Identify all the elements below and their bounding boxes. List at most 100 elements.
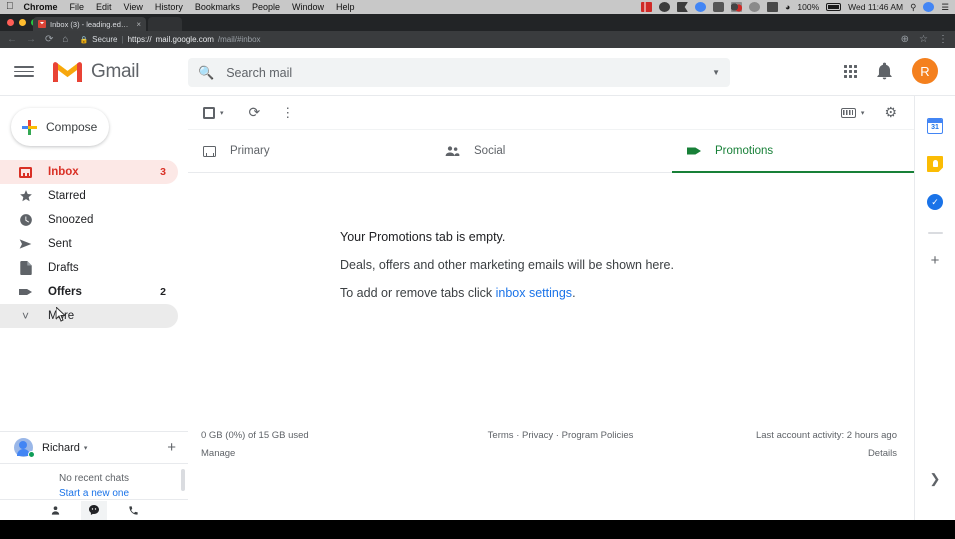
status-app-icon[interactable] bbox=[640, 2, 652, 12]
tab-label: Primary bbox=[230, 145, 270, 157]
refresh-icon[interactable]: ⟳ bbox=[249, 104, 261, 121]
sidebar-item-snoozed[interactable]: Snoozed bbox=[0, 208, 178, 232]
status-display-icon[interactable] bbox=[766, 2, 778, 12]
browser-menu-icon[interactable]: ⋮ bbox=[938, 34, 948, 45]
activity-details-link[interactable]: Details bbox=[868, 448, 897, 459]
sidebar-item-label: Starred bbox=[48, 190, 86, 202]
gmail-brand-label: Gmail bbox=[91, 60, 140, 82]
sidebar-item-offers[interactable]: Offers 2 bbox=[0, 280, 178, 304]
apple-menu-icon[interactable]:  bbox=[6, 2, 14, 12]
battery-icon[interactable] bbox=[826, 3, 842, 11]
address-bar[interactable]: 🔒 Secure | https:// mail.google.com /mai… bbox=[79, 35, 891, 44]
url-prefix: https:// bbox=[127, 35, 152, 44]
os-menu-bookmarks[interactable]: Bookmarks bbox=[195, 2, 240, 12]
back-icon[interactable]: ← bbox=[7, 34, 17, 45]
contacts-icon[interactable] bbox=[42, 501, 68, 520]
lock-icon: 🔒 bbox=[79, 36, 89, 44]
search-options-icon[interactable]: ▼ bbox=[712, 68, 720, 77]
os-clock[interactable]: Wed 11:46 AM bbox=[848, 2, 903, 12]
chat-icon[interactable] bbox=[81, 500, 107, 520]
status-box-icon[interactable] bbox=[712, 2, 724, 12]
browser-tab[interactable]: Inbox (3) - leading.edge.richar × bbox=[33, 17, 146, 31]
chevron-down-icon[interactable]: ▾ bbox=[84, 444, 88, 452]
footer-links: Terms · Privacy · Program Policies bbox=[431, 430, 689, 459]
sidebar-item-inbox[interactable]: Inbox 3 bbox=[0, 160, 178, 184]
sidebar-nav: Inbox 3 Starred Snoozed Sent Drafts Offe… bbox=[0, 160, 188, 328]
manage-storage-link[interactable]: Manage bbox=[201, 448, 431, 459]
bookmark-star-icon[interactable]: ☆ bbox=[919, 34, 928, 45]
status-flag-icon[interactable] bbox=[676, 2, 688, 12]
keep-icon[interactable] bbox=[927, 156, 943, 172]
select-options-icon[interactable]: ▾ bbox=[220, 109, 224, 117]
tasks-icon[interactable]: ✓ bbox=[927, 194, 943, 210]
start-new-chat-link[interactable]: Start a new one bbox=[0, 488, 188, 499]
chat-user-row[interactable]: Richard ▾ + bbox=[0, 432, 188, 463]
chat-scrollbar[interactable] bbox=[181, 469, 185, 491]
spotlight-icon[interactable]: ⚲ bbox=[910, 2, 916, 13]
phone-icon[interactable] bbox=[120, 501, 146, 520]
os-menu-people[interactable]: People bbox=[252, 2, 280, 12]
forward-icon[interactable]: → bbox=[26, 34, 36, 45]
search-bar[interactable]: 🔍 ▼ bbox=[188, 58, 730, 87]
os-menu-file[interactable]: File bbox=[70, 2, 85, 12]
mail-tabs: Primary Social Promotions bbox=[188, 130, 914, 173]
gmail-app: Gmail 🔍 ▼ R bbox=[0, 48, 955, 520]
hamburger-icon[interactable] bbox=[14, 62, 34, 82]
calendar-day-label: 31 bbox=[931, 124, 939, 131]
control-center-icon[interactable]: ☰ bbox=[941, 2, 949, 13]
home-icon[interactable]: ⌂ bbox=[62, 34, 68, 45]
more-options-icon[interactable]: ⋮ bbox=[281, 106, 294, 119]
search-input[interactable] bbox=[226, 65, 713, 80]
select-all-checkbox[interactable] bbox=[203, 106, 215, 119]
sidebar-item-starred[interactable]: Starred bbox=[0, 184, 178, 208]
privacy-link[interactable]: Privacy bbox=[522, 430, 553, 441]
input-tools-button[interactable]: ▾ bbox=[840, 107, 865, 118]
wifi-icon[interactable]: ◕ bbox=[785, 2, 790, 12]
gmail-logo[interactable]: Gmail bbox=[51, 58, 140, 84]
add-app-icon[interactable]: + bbox=[931, 252, 940, 269]
expand-panel-icon[interactable]: ❯ bbox=[930, 471, 941, 487]
tab-primary[interactable]: Primary bbox=[188, 130, 430, 172]
browser-toolbar: ← → ⟳ ⌂ 🔒 Secure | https:// mail.google.… bbox=[0, 31, 955, 48]
chevron-down-icon: ˅ bbox=[21, 309, 29, 323]
tab-social[interactable]: Social bbox=[430, 130, 672, 172]
plus-icon bbox=[22, 119, 37, 135]
sidebar-item-sent[interactable]: Sent bbox=[0, 232, 178, 256]
status-circle-icon[interactable] bbox=[658, 2, 670, 12]
minimize-window-button[interactable] bbox=[19, 19, 26, 26]
reload-icon[interactable]: ⟳ bbox=[45, 34, 53, 45]
status-play-icon[interactable] bbox=[748, 2, 760, 12]
calendar-icon[interactable]: 31 bbox=[927, 118, 943, 134]
close-icon[interactable]: × bbox=[136, 20, 141, 29]
os-menu-window[interactable]: Window bbox=[292, 2, 324, 12]
status-misc-icon[interactable] bbox=[730, 2, 742, 12]
new-tab-button[interactable] bbox=[148, 17, 182, 31]
sidebar-item-more[interactable]: ˅ More bbox=[0, 304, 178, 328]
os-menu-help[interactable]: Help bbox=[336, 2, 355, 12]
gmail-footer: 0 GB (0%) of 15 GB used Manage Terms · P… bbox=[188, 430, 914, 459]
os-menu-view[interactable]: View bbox=[124, 2, 143, 12]
terms-link[interactable]: Terms bbox=[488, 430, 514, 441]
program-policies-link[interactable]: Program Policies bbox=[562, 430, 634, 441]
new-chat-icon[interactable]: + bbox=[167, 440, 176, 455]
zoom-icon[interactable]: ⊕ bbox=[901, 34, 909, 45]
empty-state-hint: To add or remove tabs click inbox settin… bbox=[340, 286, 914, 300]
account-activity: Last account activity: 2 hours ago Detai… bbox=[688, 430, 897, 459]
apps-grid-icon[interactable] bbox=[844, 64, 857, 78]
compose-button[interactable]: Compose bbox=[11, 108, 109, 146]
browser-tab-strip: Inbox (3) - leading.edge.richar × bbox=[0, 14, 955, 31]
os-menu-edit[interactable]: Edit bbox=[96, 2, 112, 12]
os-menu-history[interactable]: History bbox=[155, 2, 183, 12]
chevron-down-icon[interactable]: ▾ bbox=[861, 109, 865, 117]
close-window-button[interactable] bbox=[7, 19, 14, 26]
siri-icon[interactable] bbox=[923, 2, 935, 12]
os-menu-chrome[interactable]: Chrome bbox=[24, 2, 58, 12]
gear-icon[interactable]: ⚙ bbox=[884, 104, 897, 121]
inbox-settings-link[interactable]: inbox settings bbox=[496, 286, 572, 300]
tab-promotions[interactable]: Promotions bbox=[672, 130, 914, 173]
status-drive-icon[interactable] bbox=[694, 2, 706, 12]
avatar[interactable]: R bbox=[912, 58, 938, 84]
sidebar: Compose Inbox 3 Starred Snoozed Sent Dra… bbox=[0, 96, 188, 520]
bell-icon[interactable] bbox=[875, 62, 894, 81]
sidebar-item-drafts[interactable]: Drafts bbox=[0, 256, 178, 280]
